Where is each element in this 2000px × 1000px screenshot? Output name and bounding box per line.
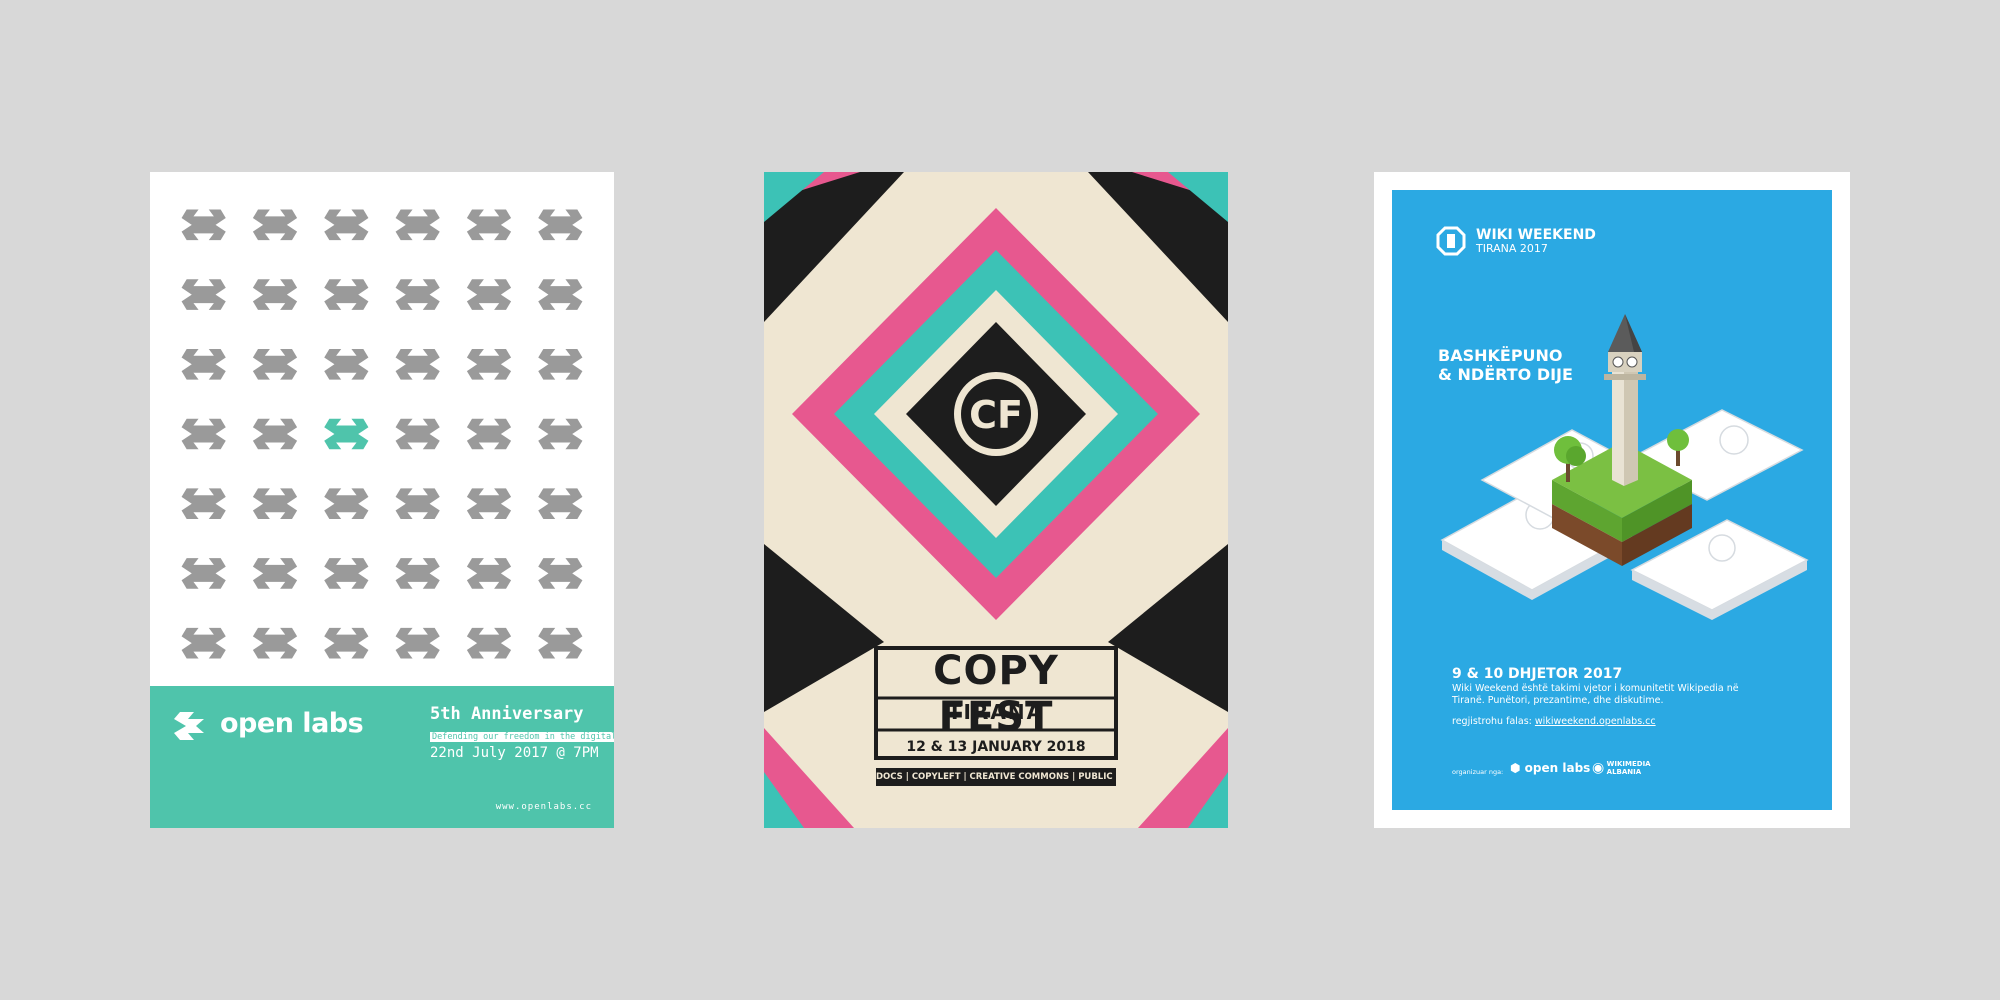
pattern-glyph bbox=[181, 627, 226, 659]
pattern-glyph bbox=[252, 418, 298, 450]
pattern-glyph bbox=[252, 627, 298, 659]
wiki-weekend-subtitle: TIRANA 2017 bbox=[1476, 242, 1548, 255]
pattern-glyph bbox=[181, 209, 226, 241]
pattern-glyph bbox=[538, 627, 583, 659]
corner-bottom-left-zigzag bbox=[764, 728, 854, 828]
anniversary-block: 5th Anniversary Defending our freedom in… bbox=[430, 704, 614, 763]
wiki-poster-panel: WIKI WEEKEND TIRANA 2017 BASHKËPUNO & ND… bbox=[1392, 190, 1832, 810]
pattern-glyph bbox=[466, 558, 512, 589]
website-url: www.openlabs.cc bbox=[495, 802, 592, 812]
pattern-glyph bbox=[538, 209, 583, 241]
copy-fest-city: TIRANA bbox=[947, 700, 1045, 724]
pattern-glyph bbox=[538, 558, 583, 589]
poster-wiki-weekend: WIKI WEEKEND TIRANA 2017 BASHKËPUNO & ND… bbox=[1374, 172, 1850, 828]
anniversary-tagline: Defending our freedom in the digital age bbox=[430, 732, 614, 742]
pattern-glyph bbox=[538, 279, 583, 310]
pattern-glyph bbox=[324, 488, 369, 520]
pattern-glyph bbox=[538, 348, 583, 380]
poster-open-labs: open labs 5th Anniversary Defending our … bbox=[150, 172, 614, 828]
open-labs-logo-text: open labs bbox=[220, 708, 364, 739]
organizer-wikimedia-text: WIKIMEDIA bbox=[1606, 760, 1651, 768]
pattern-glyph bbox=[252, 279, 298, 310]
register-link[interactable]: wikiweekend.openlabs.cc bbox=[1535, 716, 1656, 727]
pattern-glyph bbox=[395, 209, 440, 241]
pattern-glyph bbox=[324, 627, 369, 659]
cf-logo-text: CF bbox=[969, 393, 1023, 437]
pattern-glyph bbox=[538, 418, 583, 450]
pattern-glyph bbox=[252, 209, 298, 241]
anniversary-title: 5th Anniversary bbox=[430, 704, 584, 724]
pattern-glyph bbox=[395, 279, 440, 310]
wikimedia-logo-icon: ◉ bbox=[1592, 760, 1605, 776]
pattern-glyph bbox=[181, 558, 226, 589]
wiki-register: regjistrohu falas: wikiweekend.openlabs.… bbox=[1452, 716, 1656, 727]
poster-copy-fest: CF COPY FEST TIRANA 12 & 13 JANUARY 2018… bbox=[764, 172, 1228, 828]
pattern-glyph bbox=[538, 488, 583, 520]
pattern-glyph bbox=[181, 488, 226, 520]
wiki-weekend-logo-icon bbox=[1436, 226, 1466, 256]
puzzle-tower-illustration bbox=[1440, 314, 1809, 620]
organizer-label: organizuar nga: bbox=[1452, 768, 1504, 776]
pattern-glyph bbox=[395, 627, 440, 659]
open-labs-small-logo-icon: ⬢ bbox=[1510, 761, 1521, 775]
corner-top-left-zigzag bbox=[764, 172, 904, 322]
pattern-glyph bbox=[466, 348, 512, 380]
poster-footer: open labs 5th Anniversary Defending our … bbox=[150, 686, 614, 828]
register-label: regjistrohu falas: bbox=[1452, 716, 1532, 727]
pattern-glyph bbox=[395, 418, 440, 450]
wiki-weekend-title: WIKI WEEKEND bbox=[1476, 227, 1596, 243]
pattern-grid bbox=[181, 209, 583, 659]
pattern-glyph bbox=[181, 418, 226, 450]
pattern-glyph bbox=[466, 627, 512, 659]
pattern-glyph bbox=[395, 558, 440, 589]
pattern-glyph bbox=[181, 348, 226, 380]
copy-fest-title: COPY FEST bbox=[933, 648, 1059, 740]
side-left-zigzag bbox=[764, 544, 884, 712]
pattern-glyph bbox=[395, 488, 440, 520]
wiki-description: Wiki Weekend është takimi vjetor i komun… bbox=[1452, 683, 1739, 706]
pattern-glyph bbox=[324, 279, 369, 310]
organizer-wikimedia-sub: ALBANIA bbox=[1606, 768, 1642, 776]
pattern-glyph bbox=[466, 488, 512, 520]
pattern-glyph bbox=[324, 209, 369, 241]
side-right-zigzag bbox=[1108, 544, 1228, 712]
pattern-glyph-highlight bbox=[324, 418, 369, 450]
pattern-glyph bbox=[252, 558, 298, 589]
pattern-glyph bbox=[395, 348, 440, 380]
copy-fest-date: 12 & 13 JANUARY 2018 bbox=[906, 739, 1086, 755]
anniversary-date: 22nd July 2017 @ 7PM bbox=[430, 745, 599, 761]
organizer-open-labs: ⬢ open labs bbox=[1510, 761, 1590, 775]
corner-top-right-zigzag bbox=[1088, 172, 1228, 322]
organizer-open-labs-text: open labs bbox=[1524, 761, 1591, 775]
wiki-date: 9 & 10 DHJETOR 2017 bbox=[1452, 666, 1623, 682]
pattern-glyph bbox=[252, 348, 298, 380]
pattern-glyph bbox=[466, 209, 512, 241]
pattern-glyph bbox=[181, 279, 226, 310]
pattern-glyph bbox=[324, 558, 369, 589]
pattern-glyph bbox=[324, 348, 369, 380]
pattern-glyph bbox=[466, 279, 512, 310]
organizer-wikimedia: ◉ WIKIMEDIA ALBANIA bbox=[1592, 760, 1651, 776]
pattern-glyph bbox=[252, 488, 298, 520]
copy-fest-topics: DOCS | COPYLEFT | CREATIVE COMMONS | PUB… bbox=[876, 768, 1155, 786]
pattern-glyph bbox=[466, 418, 512, 450]
open-labs-logo-icon bbox=[174, 712, 204, 740]
